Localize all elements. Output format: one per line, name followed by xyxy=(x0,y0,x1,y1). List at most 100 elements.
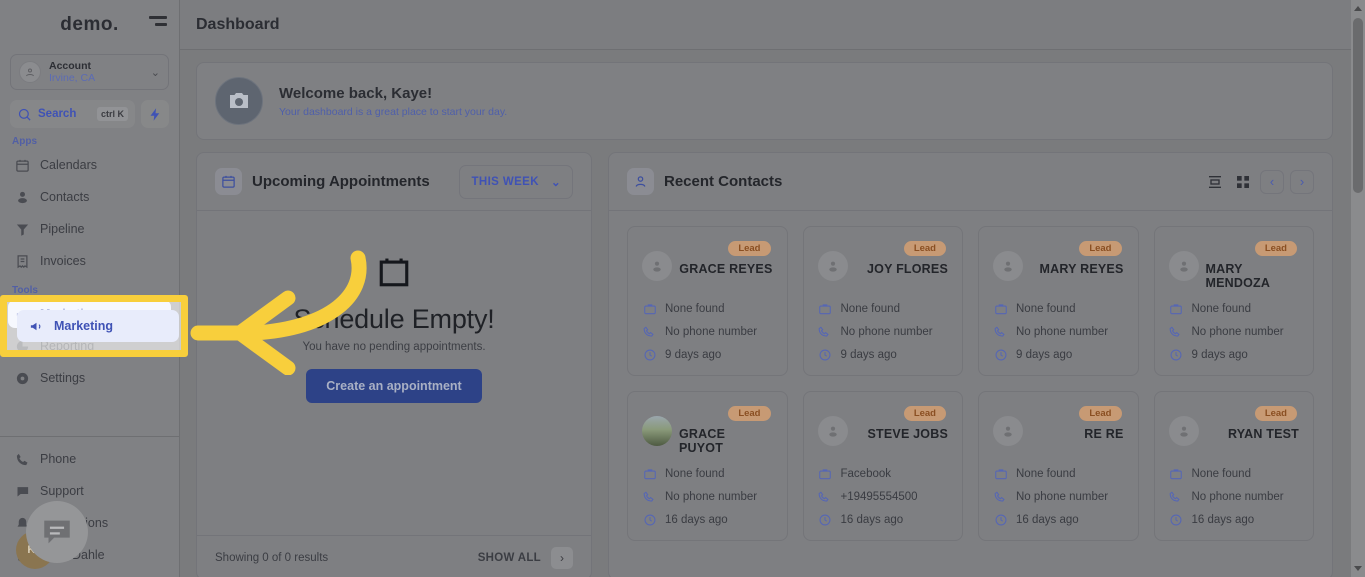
sidebar-item-invoices[interactable]: Invoices xyxy=(0,245,179,277)
contact-card[interactable]: Lead RYAN TEST None found No phone numbe… xyxy=(1153,391,1314,541)
contact-card[interactable]: Lead JOY FLORES None found No phone numb… xyxy=(802,226,963,376)
date-range-dropdown[interactable]: THIS WEEK ⌄ xyxy=(459,164,573,199)
contact-card[interactable]: Lead RE RE None found No phone number 16… xyxy=(978,391,1139,541)
section-label-apps: Apps xyxy=(12,136,37,147)
sidebar-item-label: Marketing xyxy=(54,319,114,333)
account-selector[interactable]: Account Irvine, CA ⌄ xyxy=(10,54,169,90)
lightning-bolt-icon[interactable] xyxy=(141,100,169,128)
contact-phone: No phone number xyxy=(1016,325,1109,338)
person-icon xyxy=(627,168,654,195)
avatar xyxy=(817,251,848,281)
brand-logo: demo. xyxy=(60,14,119,35)
contact-phone: No phone number xyxy=(665,490,758,503)
date-range-value: THIS WEEK xyxy=(471,175,539,188)
briefcase-icon xyxy=(993,301,1008,316)
scroll-up-arrow-icon[interactable] xyxy=(1354,6,1362,11)
avatar xyxy=(817,416,848,446)
chevron-down-icon: ⌄ xyxy=(550,176,561,189)
gear-icon xyxy=(14,370,30,386)
contact-card[interactable]: Lead MARY MENDOZA None found No phone nu… xyxy=(1153,226,1314,376)
welcome-title: Welcome back, Kaye! xyxy=(279,84,433,102)
phone-ring-icon xyxy=(1169,324,1184,339)
contact-time: 9 days ago xyxy=(665,348,722,361)
empty-title: Schedule Empty! xyxy=(293,304,495,334)
vertical-scrollbar[interactable] xyxy=(1351,0,1365,577)
card-footer: Showing 0 of 0 results SHOW ALL › xyxy=(197,535,591,577)
contact-company-row: None found xyxy=(993,301,1124,316)
contact-phone: +19495554500 xyxy=(840,490,918,503)
support-chat-icon xyxy=(14,483,30,499)
empty-state: Schedule Empty! You have no pending appo… xyxy=(197,211,591,535)
contact-company-row: None found xyxy=(818,301,949,316)
briefcase-icon xyxy=(642,466,657,481)
contacts-grid: Lead GRACE REYES None found No phone num… xyxy=(609,211,1332,556)
welcome-banner: Welcome back, Kaye! Your dashboard is a … xyxy=(196,62,1333,140)
show-all-link[interactable]: SHOW ALL xyxy=(478,552,541,564)
list-view-icon[interactable] xyxy=(1204,171,1226,193)
sidebar-item-support[interactable]: Support xyxy=(0,475,179,507)
phone-ring-icon xyxy=(818,489,833,504)
clock-icon xyxy=(1169,512,1184,527)
sidebar-item-settings[interactable]: Settings xyxy=(0,362,179,394)
sidebar-item-label: Contacts xyxy=(40,190,90,204)
contact-company: None found xyxy=(1016,302,1076,315)
status-badge: Lead xyxy=(1079,406,1122,421)
chat-bubble-icon[interactable] xyxy=(26,501,88,563)
scrollbar-thumb[interactable] xyxy=(1353,18,1363,193)
clock-icon xyxy=(993,512,1008,527)
sidebar-item-contacts[interactable]: Contacts xyxy=(0,181,179,213)
contact-card[interactable]: Lead GRACE PUYOT None found No phone num… xyxy=(627,391,788,541)
contact-name: RYAN TEST xyxy=(1227,427,1299,441)
contact-name: GRACE PUYOT xyxy=(679,427,726,455)
clock-icon xyxy=(1169,347,1184,362)
contact-phone: No phone number xyxy=(1191,490,1284,503)
chevron-left-icon[interactable]: ‹ xyxy=(1260,169,1284,194)
contact-phone: No phone number xyxy=(840,325,933,338)
status-badge: Lead xyxy=(728,406,771,421)
contact-time-row: 16 days ago xyxy=(993,512,1124,527)
main-area: Dashboard Welcome back, Kaye! Your dashb… xyxy=(180,0,1365,577)
contact-card[interactable]: Lead MARY REYES None found No phone numb… xyxy=(978,226,1139,376)
contact-company-row: None found xyxy=(1169,301,1300,316)
grid-view-icon[interactable] xyxy=(1232,171,1254,193)
contact-company: None found xyxy=(1191,302,1251,315)
card-title: Upcoming Appointments xyxy=(252,173,430,190)
contact-time-row: 9 days ago xyxy=(642,347,773,362)
contact-name: MARY REYES xyxy=(1039,262,1124,276)
sidebar-item-calendars[interactable]: Calendars xyxy=(0,149,179,181)
sidebar-item-label: Calendars xyxy=(40,158,97,172)
contact-time-row: 16 days ago xyxy=(642,512,773,527)
status-badge: Lead xyxy=(1254,406,1297,421)
briefcase-icon xyxy=(818,301,833,316)
contact-phone: No phone number xyxy=(1191,325,1284,338)
camera-avatar-icon[interactable] xyxy=(215,77,263,125)
contact-name: GRACE REYES xyxy=(679,262,773,276)
briefcase-icon xyxy=(1169,301,1184,316)
account-location: Irvine, CA xyxy=(49,72,96,84)
search-input[interactable]: Search ctrl K xyxy=(10,100,135,128)
contact-company: None found xyxy=(665,467,725,480)
contact-card[interactable]: Lead GRACE REYES None found No phone num… xyxy=(627,226,788,376)
avatar xyxy=(1168,416,1199,446)
contact-time: 16 days ago xyxy=(1191,513,1255,526)
contact-time: 16 days ago xyxy=(840,513,904,526)
welcome-subtitle: Your dashboard is a great place to start… xyxy=(279,105,508,118)
collapse-menu-icon[interactable] xyxy=(149,12,169,30)
create-appointment-button[interactable]: Create an appointment xyxy=(306,369,482,403)
chevron-right-icon[interactable]: › xyxy=(1290,169,1314,194)
sidebar-item-phone[interactable]: Phone xyxy=(0,443,179,475)
card-header: Recent Contacts ‹ › xyxy=(609,153,1332,211)
sidebar: demo. Account Irvine, CA ⌄ Search ctrl K… xyxy=(0,0,180,577)
contact-card[interactable]: Lead STEVE JOBS Facebook +19495554500 16… xyxy=(802,391,963,541)
phone-ring-icon xyxy=(642,324,657,339)
clock-icon xyxy=(642,512,657,527)
sidebar-item-pipeline[interactable]: Pipeline xyxy=(0,213,179,245)
contact-phone-row: No phone number xyxy=(1169,324,1300,339)
contact-company-row: None found xyxy=(1169,466,1300,481)
chevron-right-icon[interactable]: › xyxy=(551,546,573,569)
sidebar-item-marketing-highlighted[interactable]: Marketing xyxy=(17,310,179,342)
contact-company-row: Facebook xyxy=(818,466,949,481)
contact-time-row: 9 days ago xyxy=(818,347,949,362)
scroll-down-arrow-icon[interactable] xyxy=(1354,566,1362,571)
search-shortcut: ctrl K xyxy=(96,107,128,121)
